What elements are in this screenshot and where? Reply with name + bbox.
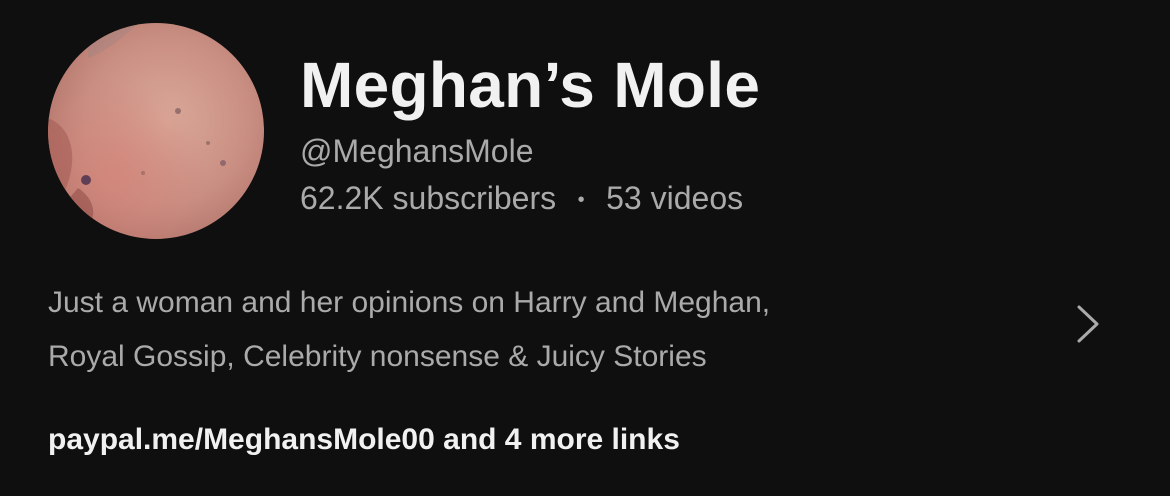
channel-handle: @MeghansMole	[300, 133, 534, 169]
avatar[interactable]	[48, 23, 264, 239]
paypal-link[interactable]: paypal.me/MeghansMole00	[48, 423, 435, 456]
avatar-image	[48, 23, 264, 239]
subscriber-count: 62.2K subscribers	[300, 180, 557, 216]
description-line: Royal Gossip, Celebrity nonsense & Juicy…	[48, 340, 707, 373]
channel-links[interactable]: paypal.me/MeghansMole00 and 4 more links	[48, 418, 680, 462]
more-links-text[interactable]: and 4 more links	[435, 423, 680, 456]
channel-header: Meghan’s Mole @MeghansMole 62.2K subscri…	[0, 0, 1170, 496]
channel-stats: 62.2K subscribers • 53 videos	[300, 178, 760, 220]
chevron-right-icon[interactable]	[1070, 300, 1106, 348]
stats-separator: •	[577, 189, 585, 211]
channel-info: Meghan’s Mole @MeghansMole 62.2K subscri…	[300, 46, 760, 220]
channel-description[interactable]: Just a woman and her opinions on Harry a…	[48, 276, 1008, 384]
video-count: 53 videos	[606, 180, 744, 216]
description-line: Just a woman and her opinions on Harry a…	[48, 286, 771, 319]
channel-name: Meghan’s Mole	[300, 49, 761, 121]
